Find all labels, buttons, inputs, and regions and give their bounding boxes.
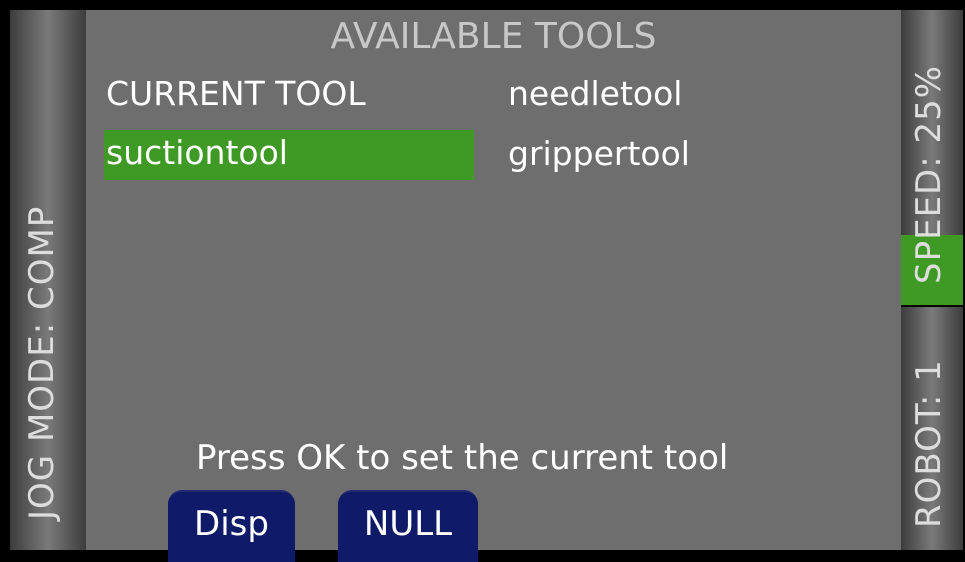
null-button[interactable]: NULL bbox=[338, 490, 478, 562]
instruction-text: Press OK to set the current tool bbox=[196, 438, 729, 478]
tool-item-suctiontool[interactable]: suctiontool bbox=[104, 130, 474, 180]
tool-item-needletool[interactable]: needletool bbox=[508, 74, 682, 113]
speed-label: SPEED: 25% bbox=[909, 64, 949, 284]
disp-button[interactable]: Disp bbox=[168, 490, 295, 562]
tools-panel: AVAILABLE TOOLS CURRENT TOOL needletool … bbox=[86, 10, 901, 562]
page-title: AVAILABLE TOOLS bbox=[330, 16, 657, 57]
robot-label: ROBOT: 1 bbox=[909, 359, 949, 528]
tool-item-grippertool[interactable]: grippertool bbox=[508, 134, 690, 173]
current-tool-label: CURRENT TOOL bbox=[106, 74, 366, 113]
jog-mode-label: JOG MODE: COMP bbox=[22, 205, 62, 520]
